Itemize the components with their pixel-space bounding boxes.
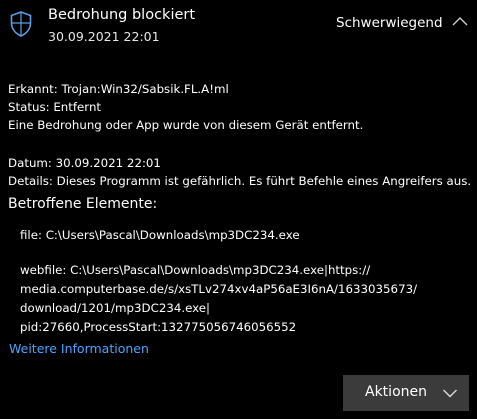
details-value: Dieses Programm ist gefährlich. Es führt… [56, 174, 472, 188]
affected-file-item: file: C:\Users\Pascal\Downloads\mp3DC234… [20, 228, 300, 242]
more-info-link[interactable]: Weitere Informationen [9, 341, 149, 356]
detected-value: Trojan:Win32/Sabsik.FL.A!ml [61, 82, 229, 96]
threat-notification-panel: Bedrohung blockiert 30.09.2021 22:01 Sch… [0, 0, 477, 419]
webfile-line: download/1201/mp3DC234.exe| [20, 301, 210, 315]
date-label: Datum: [8, 156, 52, 170]
threat-details: Erkannt: Trojan:Win32/Sabsik.FL.A!ml Sta… [8, 80, 472, 190]
affected-items-title: Betroffene Elemente: [8, 196, 158, 212]
detected-row: Erkannt: Trojan:Win32/Sabsik.FL.A!ml [8, 80, 470, 98]
webfile-line: media.computerbase.de/s/xsTLv274xv4aP56a… [20, 282, 418, 296]
webfile-line: webfile: C:\Users\Pascal\Downloads\mp3DC… [20, 263, 371, 277]
actions-button[interactable]: Aktionen [343, 375, 469, 411]
webfile-line: pid:27660,ProcessStart:13277505674605655… [20, 320, 297, 334]
description-text: Eine Bedrohung oder App wurde von diesem… [8, 118, 364, 132]
date-value: 30.09.2021 22:01 [55, 156, 161, 170]
notification-title: Bedrohung blockiert [48, 7, 196, 23]
notification-header: Bedrohung blockiert 30.09.2021 22:01 Sch… [0, 0, 477, 52]
actions-label: Aktionen [365, 384, 427, 400]
date-row: Datum: 30.09.2021 22:01 [8, 154, 470, 172]
notification-timestamp: 30.09.2021 22:01 [48, 29, 160, 44]
status-value: Entfernt [53, 100, 102, 114]
shield-icon [10, 11, 32, 37]
status-label: Status: [8, 100, 50, 114]
details-label: Details: [8, 174, 53, 188]
chevron-down-icon [443, 389, 457, 398]
details-row: Details: Dieses Programm ist gefährlich.… [8, 172, 472, 190]
detected-label: Erkannt: [8, 82, 58, 96]
severity-label: Schwerwiegend [336, 15, 443, 31]
affected-webfile-item: webfile: C:\Users\Pascal\Downloads\mp3DC… [20, 261, 465, 337]
status-row: Status: Entfernt [8, 98, 470, 116]
affected-items-list: file: C:\Users\Pascal\Downloads\mp3DC234… [20, 226, 465, 337]
chevron-up-icon[interactable] [451, 14, 469, 30]
